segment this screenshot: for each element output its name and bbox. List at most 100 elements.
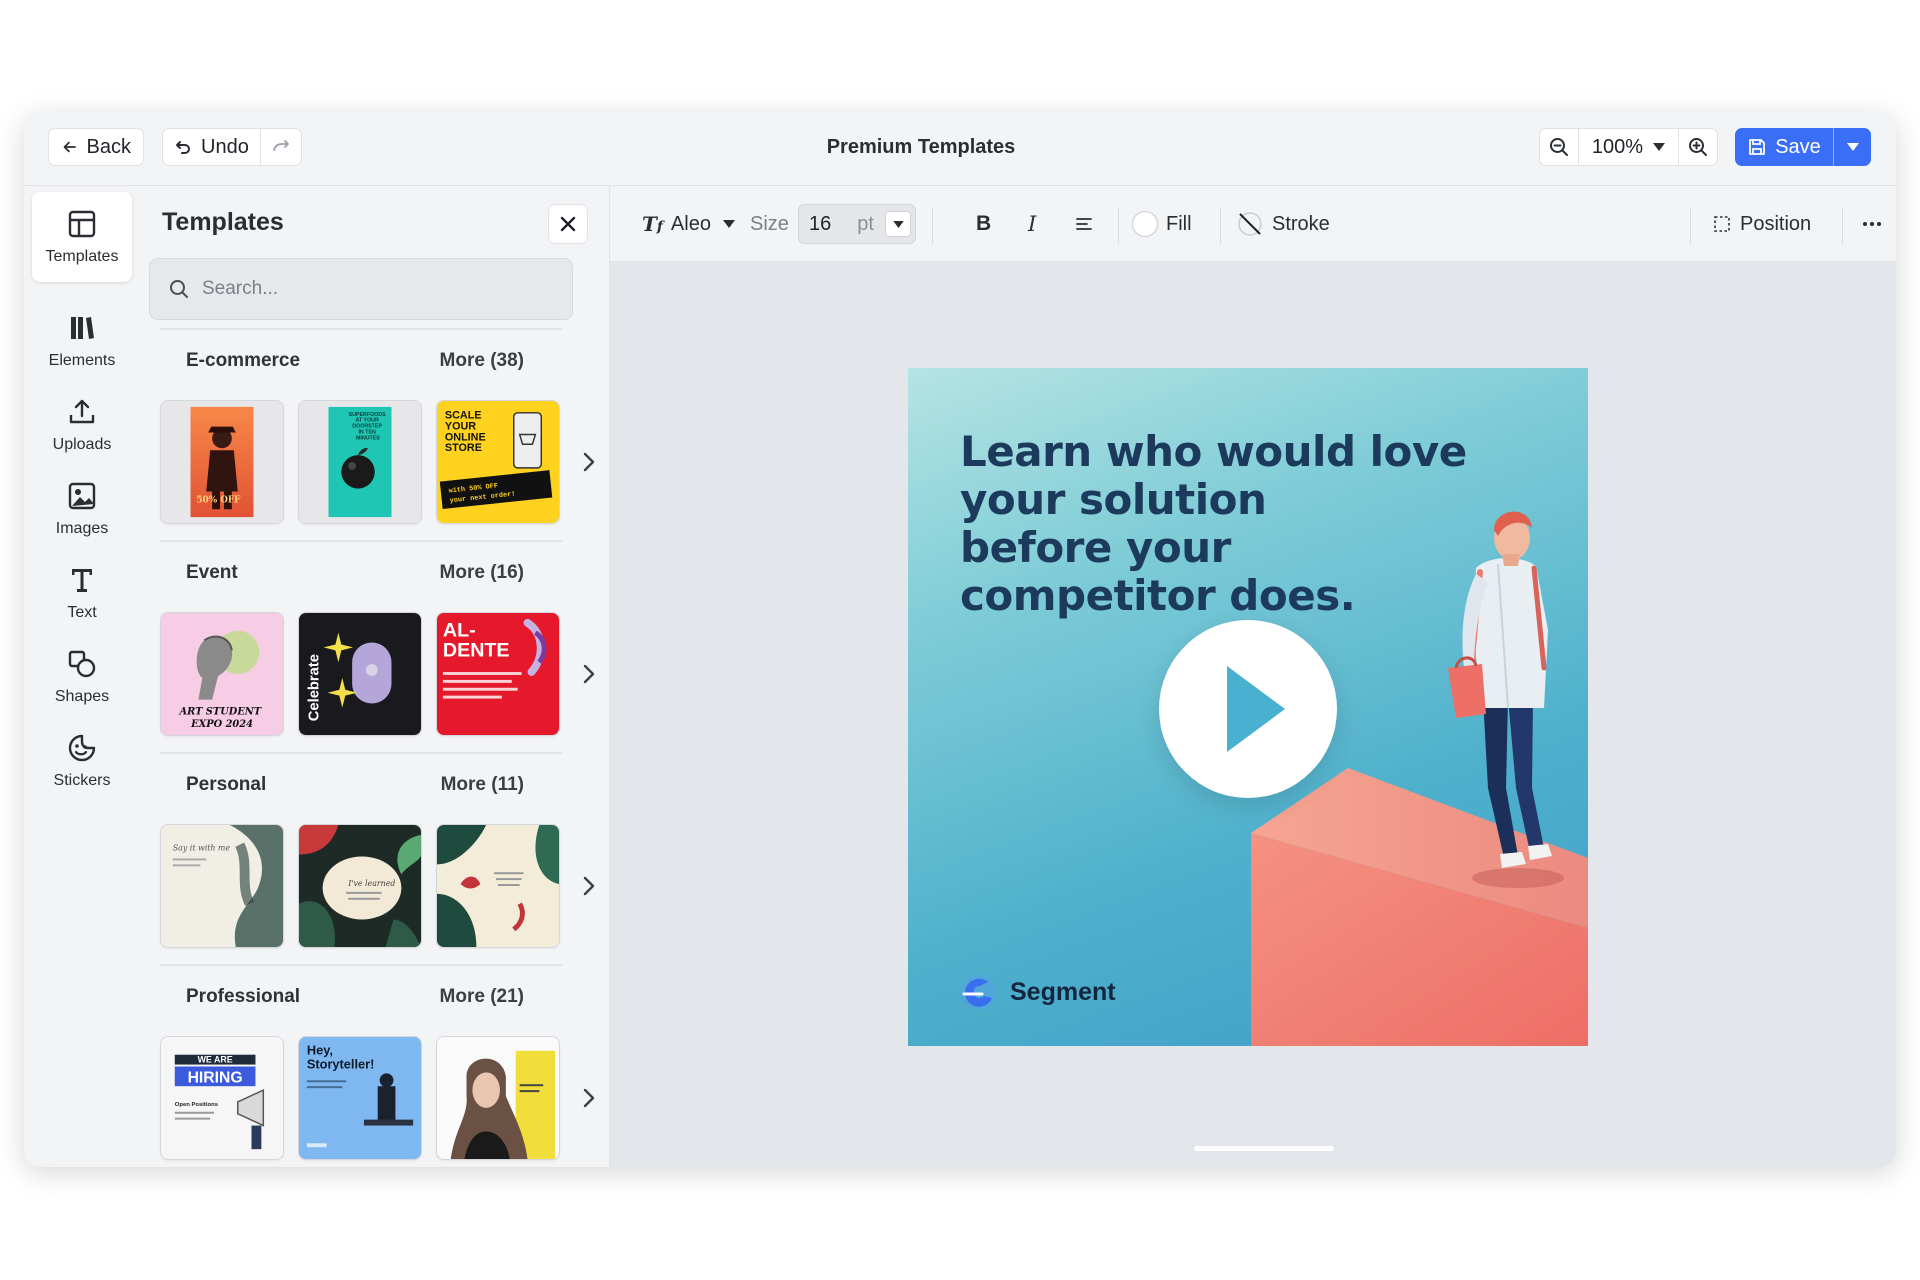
artboard-headline[interactable]: Learn who would love your solution befor… (960, 428, 1480, 620)
say-it-template-preview: Say it with me (161, 825, 283, 947)
more-link-event[interactable]: More (16) (440, 562, 524, 584)
close-panel-button[interactable] (548, 204, 588, 244)
bold-button[interactable]: B (976, 186, 991, 262)
template-thumbnail[interactable]: Celebrate (298, 612, 422, 736)
template-thumbnail[interactable] (436, 824, 560, 948)
rail-item-shapes[interactable]: Shapes (32, 632, 132, 722)
template-thumbnail[interactable]: I've learned (298, 824, 422, 948)
canvas-area[interactable]: Learn who would love your solution befor… (610, 262, 1896, 1167)
position-icon (1714, 216, 1730, 232)
hiring-template-preview: WE ARE HIRING Open Positions (161, 1037, 283, 1159)
template-row-event: ART STUDENT EXPO 2024 Celebrate AL- DENT… (160, 612, 595, 736)
size-label: Size (750, 212, 789, 235)
save-label: Save (1775, 135, 1821, 158)
rail-item-stickers[interactable]: Stickers (32, 716, 132, 806)
hiring-line: HIRING (188, 1069, 243, 1086)
search-box (149, 258, 573, 320)
play-button[interactable] (1159, 620, 1337, 798)
align-left-icon (1076, 218, 1092, 230)
zoom-in-icon (1689, 138, 1707, 156)
say-text: Say it with me (173, 844, 231, 853)
divider (160, 752, 562, 754)
scroll-right-button[interactable] (574, 1080, 604, 1116)
fill-button[interactable]: Fill (1132, 186, 1192, 262)
zoom-select[interactable]: 100% (1578, 129, 1679, 165)
more-link-professional[interactable]: More (21) (440, 986, 524, 1008)
zoom-in-button[interactable] (1679, 129, 1717, 165)
headline-line: before your (960, 523, 1231, 572)
save-button[interactable]: Save (1735, 128, 1833, 166)
font-icon: Tf (642, 212, 663, 236)
template-thumbnail[interactable]: Say it with me (160, 824, 284, 948)
superfoods-template-preview: SUPERFOODS AT YOUR DOORSTEP IN TEN MINUT… (299, 401, 421, 523)
toolbar-separator (1220, 208, 1221, 244)
rail-item-text[interactable]: Text (32, 548, 132, 638)
art-expo-template-preview: ART STUDENT EXPO 2024 (161, 613, 283, 735)
template-thumbnail[interactable]: SUPERFOODS AT YOUR DOORSTEP IN TEN MINUT… (298, 400, 422, 524)
template-thumbnail[interactable]: Hey, Storyteller! (298, 1036, 422, 1160)
scale-line: STORE (445, 442, 482, 454)
al-dente-line: AL- (443, 620, 476, 642)
template-row-ecommerce: 50% OFF SUPERFOODS AT YOUR DOORSTEP IN T… (160, 400, 595, 524)
chevron-right-icon (583, 452, 595, 472)
italic-button[interactable]: I (1028, 186, 1036, 262)
more-link-personal[interactable]: More (11) (441, 774, 524, 796)
headline-line: your solution (960, 475, 1267, 524)
position-button[interactable]: Position (1712, 186, 1811, 262)
more-options-button[interactable] (1862, 186, 1882, 262)
al-dente-template-preview: AL- DENTE (437, 613, 559, 735)
divider (160, 964, 562, 966)
tool-rail: Templates Elements Uploads Images Text S… (24, 186, 136, 1167)
template-thumbnail[interactable]: AL- DENTE (436, 612, 560, 736)
category-name: E-commerce (186, 350, 301, 371)
position-label: Position (1740, 212, 1812, 235)
elements-icon (71, 317, 94, 339)
zoom-out-button[interactable] (1540, 129, 1578, 165)
italic-icon: I (1028, 212, 1037, 236)
scroll-right-button[interactable] (574, 868, 604, 904)
rail-item-elements[interactable]: Elements (32, 296, 132, 386)
save-options-button[interactable] (1833, 128, 1871, 166)
hiring-line: WE ARE (198, 1055, 233, 1065)
font-size-dropdown-button[interactable] (885, 211, 911, 237)
template-thumbnail[interactable]: SCALE YOUR ONLINE STORE with 50% OFF you… (436, 400, 560, 524)
zoom-out-icon (1550, 138, 1568, 156)
celebrate-template-preview: Celebrate (299, 613, 421, 735)
canvas-scrollbar[interactable] (1194, 1146, 1334, 1151)
template-thumbnail[interactable] (436, 1036, 560, 1160)
rail-item-uploads[interactable]: Uploads (32, 380, 132, 470)
search-input[interactable] (202, 278, 562, 300)
rail-label: Shapes (54, 688, 110, 705)
storyteller-line: Storyteller! (307, 1056, 374, 1071)
search-icon (170, 280, 188, 298)
template-thumbnail[interactable]: 50% OFF (160, 400, 284, 524)
stroke-button[interactable]: Stroke (1236, 186, 1330, 262)
toolbar-separator (1842, 208, 1843, 244)
rail-label: Text (67, 604, 97, 621)
scroll-right-button[interactable] (574, 444, 604, 480)
fill-swatch-icon (1132, 211, 1158, 237)
toolbar-separator (1690, 208, 1691, 244)
align-button[interactable] (1074, 186, 1094, 262)
image-icon (68, 482, 96, 510)
fill-label: Fill (1166, 212, 1192, 235)
al-dente-line: DENTE (443, 639, 510, 661)
template-row-personal: Say it with me I've learned (160, 824, 595, 948)
template-thumbnail[interactable]: WE ARE HIRING Open Positions (160, 1036, 284, 1160)
artboard[interactable]: Learn who would love your solution befor… (908, 368, 1588, 1046)
zoom-controls: 100% (1539, 128, 1718, 166)
positions-text: Open Positions (175, 1102, 219, 1108)
scroll-right-button[interactable] (574, 656, 604, 692)
editor-window: Back Undo Premium Templates 100% Save Te… (24, 112, 1896, 1167)
rail-label: Images (55, 520, 109, 537)
rail-item-images[interactable]: Images (32, 464, 132, 554)
font-size-input[interactable]: 16 pt (798, 204, 916, 244)
sticker-icon (68, 734, 96, 762)
more-link-ecommerce[interactable]: More (38) (440, 350, 524, 372)
stroke-label: Stroke (1272, 212, 1330, 235)
category-header: Event More (16) (186, 562, 524, 584)
rail-label: Templates (45, 248, 119, 265)
template-thumbnail[interactable]: ART STUDENT EXPO 2024 (160, 612, 284, 736)
rail-item-templates[interactable]: Templates (32, 192, 132, 282)
font-family-select[interactable]: Tf Aleo (642, 186, 735, 262)
